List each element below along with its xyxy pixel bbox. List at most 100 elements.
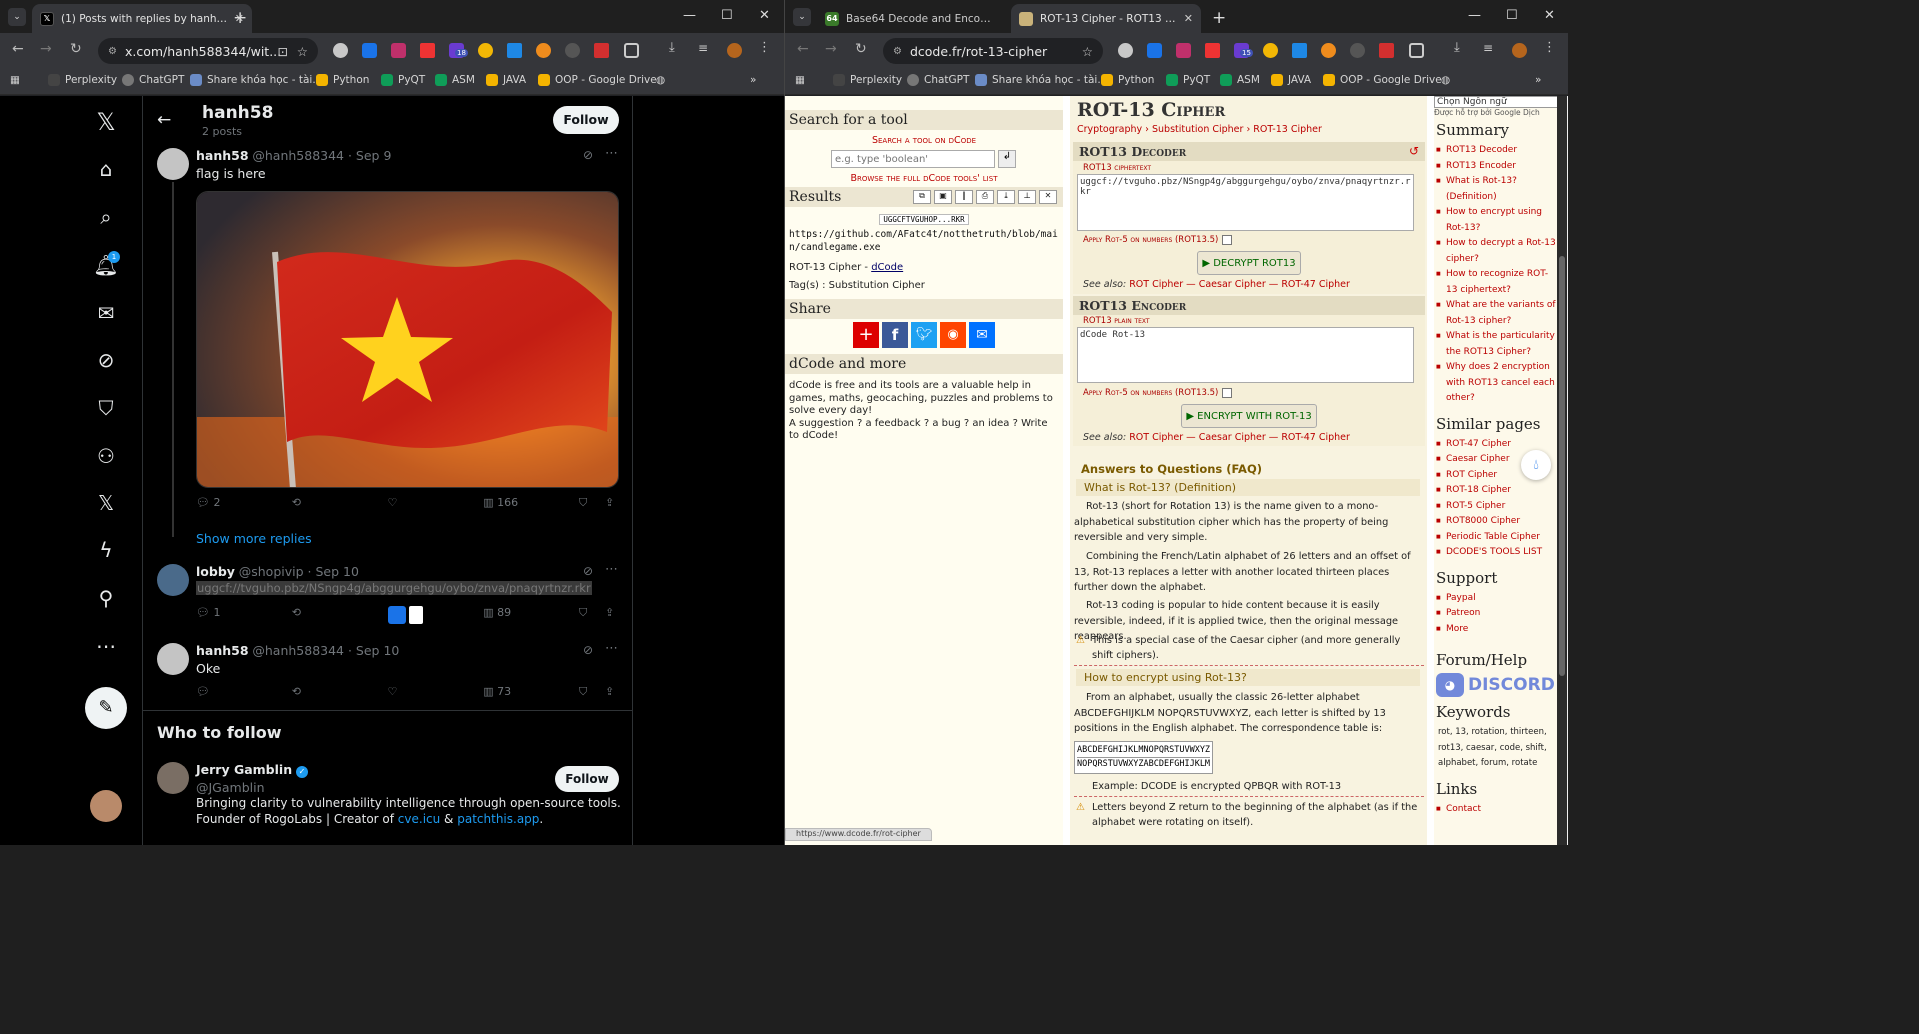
close-window-icon[interactable]: ✕ (1544, 8, 1555, 23)
extension-puzzle-blue-icon[interactable] (1292, 43, 1307, 58)
pin-icon[interactable]: ⊥ (1018, 190, 1036, 204)
premium-icon[interactable]: 𝕏 (90, 487, 122, 519)
see-also-links[interactable]: ROT Cipher — Caesar Cipher — ROT-47 Ciph… (1129, 432, 1350, 443)
summary-link[interactable]: Why does 2 encryption with ROT13 cancel … (1434, 360, 1559, 407)
follow-suggestion-button[interactable]: Follow (555, 766, 619, 792)
see-also-links[interactable]: ROT Cipher — Caesar Cipher — ROT-47 Ciph… (1129, 279, 1350, 290)
explore-icon[interactable]: ⌕ (90, 201, 122, 233)
extension-drop-icon[interactable] (1147, 43, 1162, 58)
profile-avatar-icon[interactable] (1512, 43, 1527, 58)
post[interactable]: hanh58 @hanh588344 · Sep 9 ⊘ ⋯ flag is h… (143, 146, 633, 537)
grok-post-icon[interactable]: ⊘ (583, 564, 593, 578)
avatar[interactable] (157, 762, 189, 794)
decrypt-button[interactable]: ▶ DECRYPT ROT13 (1197, 251, 1301, 275)
facebook-icon[interactable]: f (882, 322, 908, 348)
bookmark-share[interactable]: Share khóa học - tài... (975, 74, 1107, 86)
summary-link[interactable]: How to encrypt using Rot-13? (1434, 205, 1559, 236)
summary-link[interactable]: How to recognize ROT-13 ciphertext? (1434, 267, 1559, 298)
media-control-icon[interactable]: ≡ (698, 41, 713, 56)
reply-action[interactable]: 💬︎ 1 (196, 606, 292, 624)
similar-page-link[interactable]: DCODE'S TOOLS LIST (1434, 545, 1559, 561)
post-author[interactable]: hanh58 (196, 643, 249, 658)
bookmark-chatgpt[interactable]: ChatGPT (907, 74, 969, 86)
address-bar[interactable]: ⚙ x.com/hanh588344/wit... ⊡ ☆ (98, 38, 318, 64)
profile-icon[interactable]: ⚲ (90, 582, 122, 614)
bookmark-share[interactable]: Share khóa học - tài... (190, 74, 322, 86)
account-avatar[interactable] (90, 790, 122, 822)
reply-action[interactable]: 💬︎ 2 (196, 496, 292, 510)
bookmark-java[interactable]: JAVA (486, 74, 526, 86)
summary-link[interactable]: What is the particularity the ROT13 Ciph… (1434, 329, 1559, 360)
similar-page-link[interactable]: ROT8000 Cipher (1434, 514, 1559, 530)
notifications-icon[interactable]: 🔔︎ 1 (90, 249, 122, 281)
more-bookmarks-icon[interactable]: » (1535, 74, 1541, 86)
new-tab-button[interactable]: + (233, 8, 247, 28)
tab-search-icon[interactable]: ⌄ (793, 8, 811, 26)
bio-link[interactable]: patchthis.app (457, 812, 539, 826)
close-window-icon[interactable]: ✕ (759, 8, 770, 23)
x-logo-icon[interactable]: 𝕏 (90, 106, 122, 138)
follow-button[interactable]: Follow (553, 106, 619, 134)
print-icon[interactable]: ⎙ (976, 190, 994, 204)
extension-orange-icon[interactable] (536, 43, 551, 58)
rot5-checkbox[interactable] (1222, 235, 1233, 245)
close-tab-icon[interactable]: ✕ (1184, 12, 1193, 25)
encrypt-button[interactable]: ▶ ENCRYPT WITH ROT-13 (1181, 404, 1317, 428)
summary-link[interactable]: ROT13 Decoder (1434, 143, 1559, 159)
reset-icon[interactable]: ↺ (1409, 144, 1419, 158)
grok-icon[interactable]: ⊘ (90, 344, 122, 376)
views-action[interactable]: ▥ 89 (483, 606, 579, 624)
breadcrumb[interactable]: Cryptography › Substitution Cipher › ROT… (1077, 124, 1322, 135)
reddit-icon[interactable]: ◉ (940, 322, 966, 348)
language-select[interactable]: Chọn Ngôn ngữ (1434, 96, 1559, 108)
selection-popup[interactable] (387, 606, 484, 624)
forward-icon[interactable]: → (40, 41, 52, 57)
back-icon[interactable]: ← (797, 41, 809, 57)
browse-tools-link[interactable]: Browse the full dCode tools' list (851, 173, 998, 184)
more-bookmarks-icon[interactable]: » (750, 74, 756, 86)
post-more-icon[interactable]: ⋯ (605, 146, 618, 161)
back-icon[interactable]: ← (12, 41, 24, 57)
extension-glasses-icon[interactable] (1118, 43, 1133, 58)
install-app-icon[interactable]: ⊡ (278, 44, 288, 59)
post[interactable]: lobby @shopivip · Sep 10 ⊘ ⋯ uggcf://tvg… (143, 562, 633, 630)
bookmark-oop[interactable]: OOP - Google Drive (1323, 74, 1442, 86)
address-bar[interactable]: ⚙ dcode.fr/rot-13-cipher ☆ (883, 38, 1103, 64)
post-author[interactable]: hanh58 (196, 148, 249, 163)
twitter-icon[interactable]: 🐦︎ (911, 322, 937, 348)
search-submit-button[interactable]: ↲ (998, 150, 1016, 168)
extension-percent-icon[interactable] (1205, 43, 1220, 58)
extension-pdf-icon[interactable] (594, 43, 609, 58)
share-icon[interactable]: ⇪ (605, 496, 619, 510)
summary-link[interactable]: What is Rot-13? (Definition) (1434, 174, 1559, 205)
columns-icon[interactable]: ‖ (955, 190, 973, 204)
share-icon[interactable]: ⇪ (605, 606, 619, 624)
post-text-selected[interactable]: uggcf://tvguho.pbz/NSngp4g/abggurgehgu/o… (196, 581, 592, 595)
extension-gray-icon[interactable] (565, 43, 580, 58)
floating-drop-button[interactable]: 💧︎ (1521, 450, 1551, 480)
extension-pdf-icon[interactable] (1379, 43, 1394, 58)
apps-icon[interactable]: ▦ (10, 74, 20, 86)
similar-page-link[interactable]: ROT-18 Cipher (1434, 483, 1559, 499)
reply-icon[interactable]: 💬︎ (196, 685, 292, 699)
grok-post-icon[interactable]: ⊘ (583, 148, 593, 162)
extensions-menu-icon[interactable] (1409, 43, 1424, 58)
extension-glasses-icon[interactable] (333, 43, 348, 58)
dropdown-icon[interactable] (408, 606, 423, 624)
home-icon[interactable]: ⌂ (90, 153, 122, 185)
post-more-icon[interactable]: ⋯ (605, 641, 618, 656)
bookmark-pyqt[interactable]: PyQT (381, 74, 425, 86)
grok-post-icon[interactable]: ⊘ (583, 643, 593, 657)
avatar[interactable] (157, 643, 189, 675)
bookmark-chatgpt[interactable]: ChatGPT (122, 74, 184, 86)
tab-x-posts[interactable]: 𝕏 (1) Posts with replies by hanh58 ✕ (32, 4, 252, 33)
extension-smile-icon[interactable] (1263, 43, 1278, 58)
suggestion-card[interactable]: Jerry Gamblin ✓ @JGamblin Follow Bringin… (143, 760, 633, 845)
extension-gray-icon[interactable] (1350, 43, 1365, 58)
search-tool-link[interactable]: Search a tool on dCode (872, 135, 976, 146)
download-icon[interactable]: ⤓ (1454, 40, 1469, 55)
download-icon[interactable]: ⤓ (669, 40, 684, 55)
post-more-icon[interactable]: ⋯ (605, 562, 618, 577)
support-link[interactable]: Paypal (1434, 591, 1559, 607)
back-arrow-icon[interactable]: ← (157, 110, 171, 130)
